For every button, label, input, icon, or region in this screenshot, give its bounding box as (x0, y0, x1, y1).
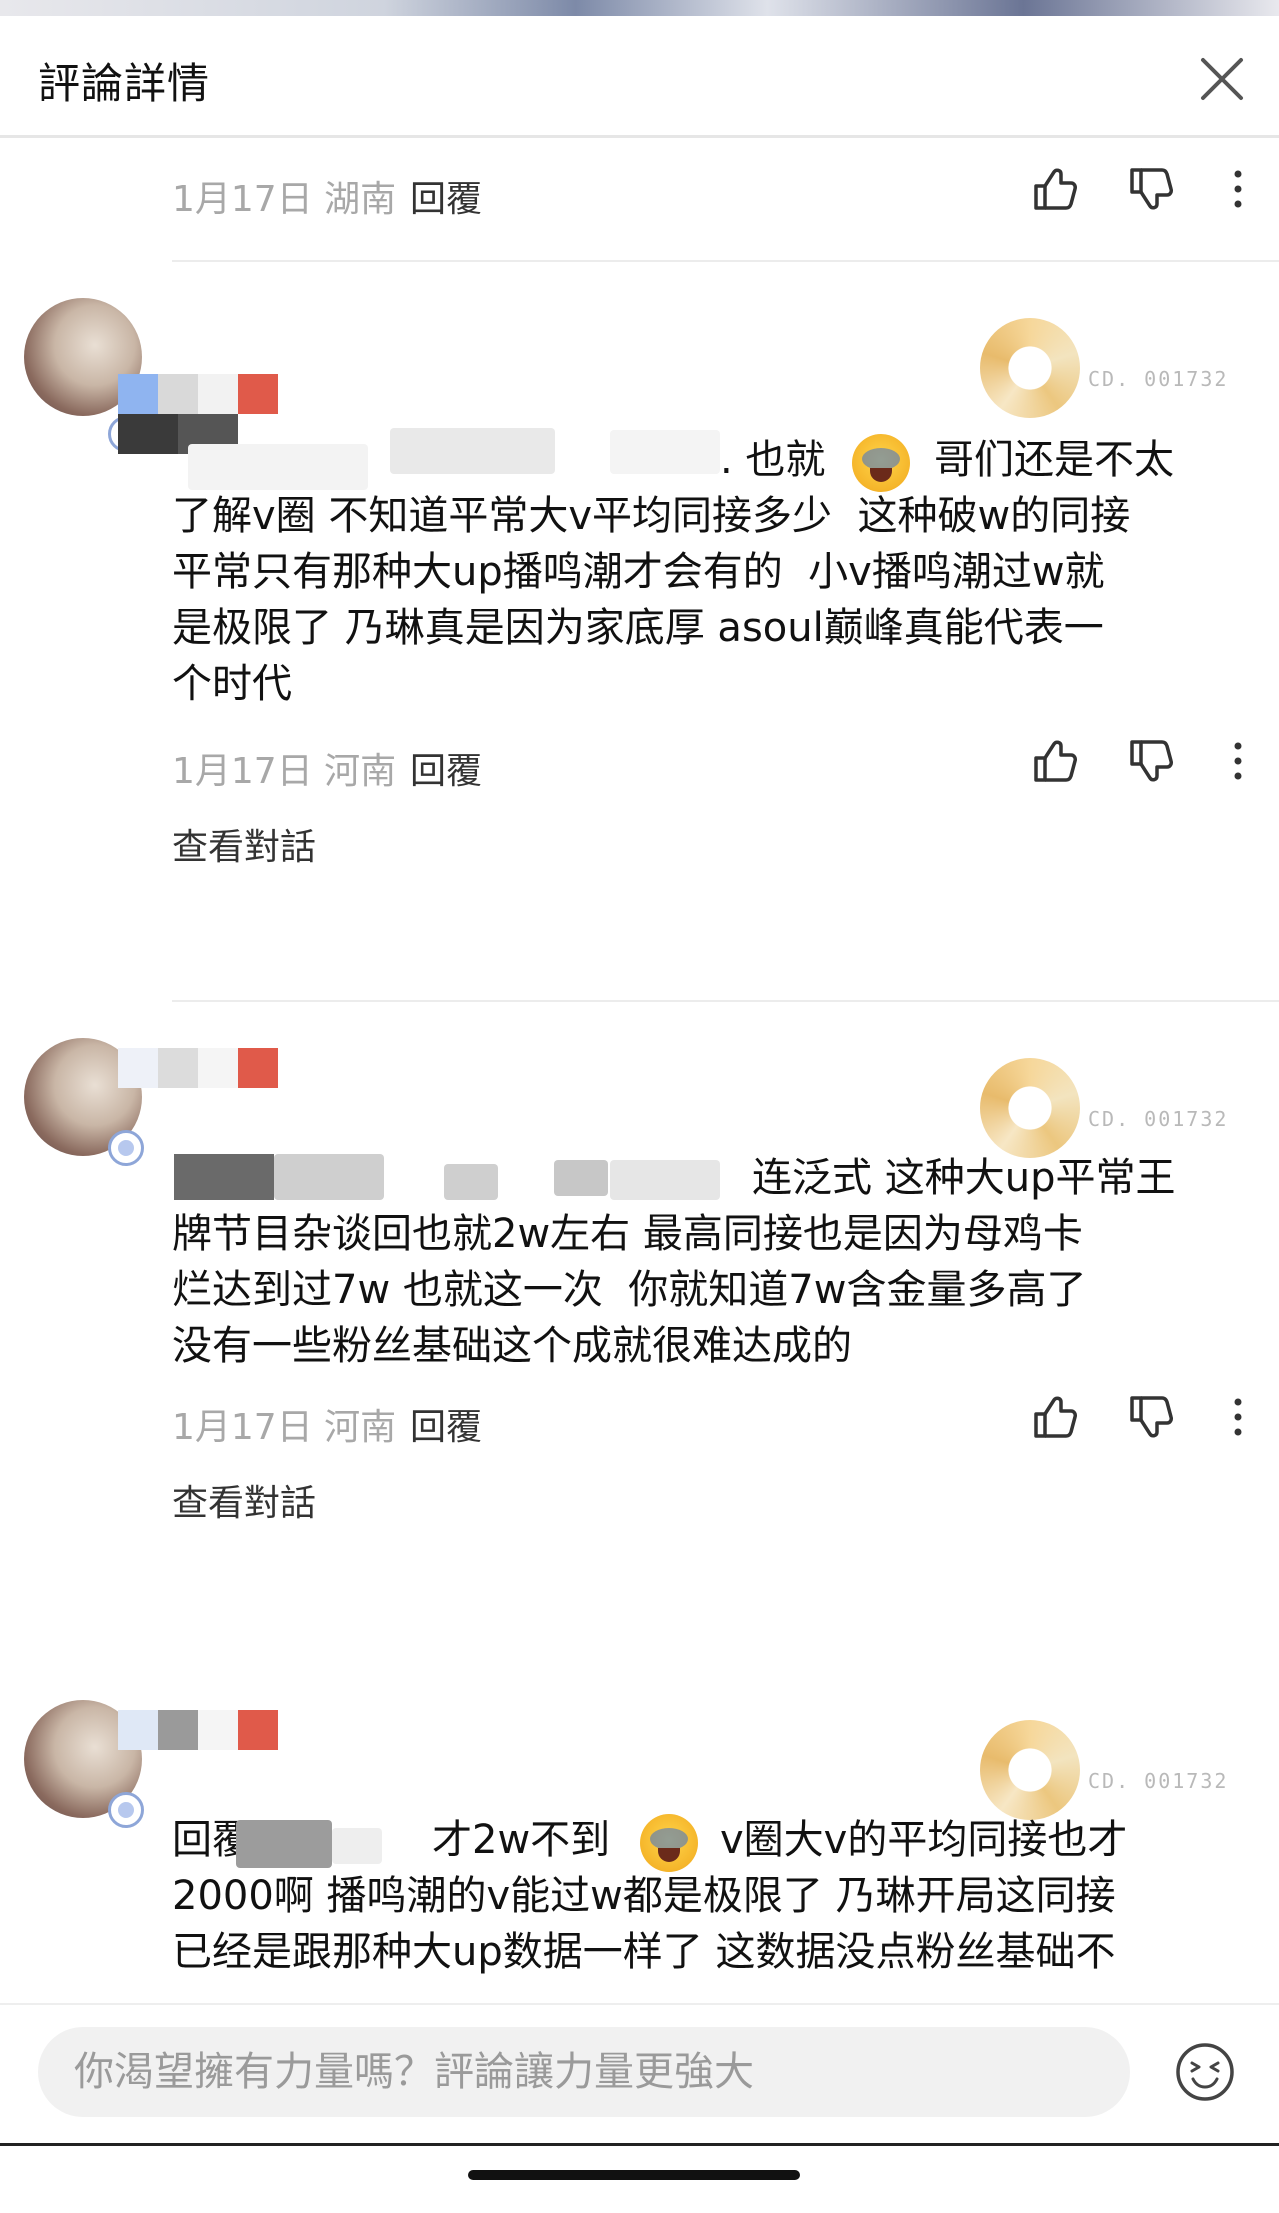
pendant-code: CD. 001732 (1088, 1107, 1229, 1131)
video-preview-strip (0, 0, 1279, 16)
like-button[interactable] (1028, 734, 1082, 788)
redacted-text (554, 1160, 608, 1196)
dislike-button[interactable] (1124, 734, 1178, 788)
redacted-text (274, 1154, 384, 1200)
verified-badge-icon (108, 1130, 144, 1166)
decoration-pendant (980, 1720, 1080, 1820)
pendant-code: CD. 001732 (1088, 1769, 1229, 1793)
more-options-button[interactable] (1218, 162, 1258, 216)
reply-button[interactable]: 回覆 (410, 742, 482, 794)
home-indicator[interactable] (468, 2170, 800, 2180)
thumb-down-icon (1130, 740, 1173, 782)
emoji-button[interactable] (1174, 2041, 1236, 2103)
username-redacted[interactable] (118, 1048, 278, 1088)
emoji-icon (1176, 2043, 1234, 2101)
crying-emoji-icon (640, 1814, 698, 1872)
redacted-text (444, 1164, 498, 1200)
comment-detail-header: 評論詳情 (0, 16, 1279, 138)
decoration-pendant (980, 1058, 1080, 1158)
thumb-up-icon (1034, 740, 1077, 782)
dislike-button[interactable] (1124, 1390, 1178, 1444)
comment-input-bar (0, 2003, 1279, 2143)
comment-input[interactable] (38, 2027, 1130, 2117)
view-conversation-link[interactable]: 查看對話 (172, 818, 316, 870)
verified-badge-icon (108, 1792, 144, 1828)
comment-text: v圈大v的平均同接也才 (720, 1817, 1128, 1863)
thumb-up-icon (1034, 168, 1077, 210)
comment-text: 哥们还是不太 (934, 437, 1174, 483)
username-redacted[interactable] (118, 374, 278, 414)
pendant-code: CD. 001732 (1088, 367, 1229, 391)
comment-text: 了解v圈 不知道平常大v平均同接多少 这种破w的同接 平常只有那种大up播鸣潮才… (172, 493, 1131, 707)
like-button[interactable] (1028, 162, 1082, 216)
reply-button[interactable]: 回覆 (410, 1398, 482, 1450)
close-icon (1201, 58, 1243, 100)
comment-meta-row: 1月17日 河南 回覆 (172, 1388, 1252, 1448)
divider (172, 1000, 1279, 1002)
redacted-text (236, 1820, 332, 1868)
redacted-text (174, 1154, 274, 1200)
crying-emoji-icon (852, 434, 910, 492)
page-title: 評論詳情 (38, 59, 211, 108)
more-options-button[interactable] (1218, 1390, 1258, 1444)
comment-date: 1月17日 河南 (172, 751, 397, 792)
redacted-text (610, 430, 720, 474)
comment-meta-row: 1月17日 河南 回覆 (172, 732, 1252, 792)
like-button[interactable] (1028, 1390, 1082, 1444)
redacted-text (188, 444, 368, 490)
username-redacted[interactable] (118, 1710, 278, 1750)
more-options-button[interactable] (1218, 734, 1258, 788)
thumb-up-icon (1034, 1396, 1077, 1438)
redacted-text (610, 1160, 720, 1200)
dislike-button[interactable] (1124, 162, 1178, 216)
redacted-text (332, 1828, 382, 1864)
close-button[interactable] (1195, 52, 1249, 106)
more-vertical-icon (1234, 170, 1242, 208)
thumb-down-icon (1130, 1396, 1173, 1438)
decoration-pendant (980, 318, 1080, 418)
redacted-text (390, 428, 555, 474)
system-nav-area (0, 2143, 1279, 2213)
thumb-down-icon (1130, 168, 1173, 210)
comment-text: 2000啊 播鸣潮的v能过w都是极限了 乃琳开局这同接 已经是跟那种大up数据一… (172, 1873, 1116, 1975)
reply-button[interactable]: 回覆 (410, 170, 482, 222)
comment-text: 牌节目杂谈回也就2w左右 最高同接也是因为母鸡卡 烂达到过7w 也就这一次 你就… (172, 1211, 1087, 1369)
view-conversation-link[interactable]: 查看對話 (172, 1474, 316, 1526)
comment-date: 1月17日 湖南 (172, 179, 397, 220)
comment-text: 才2w不到 (432, 1817, 611, 1863)
more-vertical-icon (1234, 1398, 1242, 1436)
divider (172, 260, 1279, 262)
comment-meta-row: 1月17日 湖南 回覆 (172, 160, 1252, 220)
more-vertical-icon (1234, 742, 1242, 780)
comment-text: 连泛式 这种大up平常王 (752, 1155, 1176, 1201)
comment-date: 1月17日 河南 (172, 1407, 397, 1448)
comment-list[interactable]: 1月17日 湖南 回覆 CD. 001732 . 也就 哥们还是不太 了解v圈 … (0, 138, 1279, 2003)
